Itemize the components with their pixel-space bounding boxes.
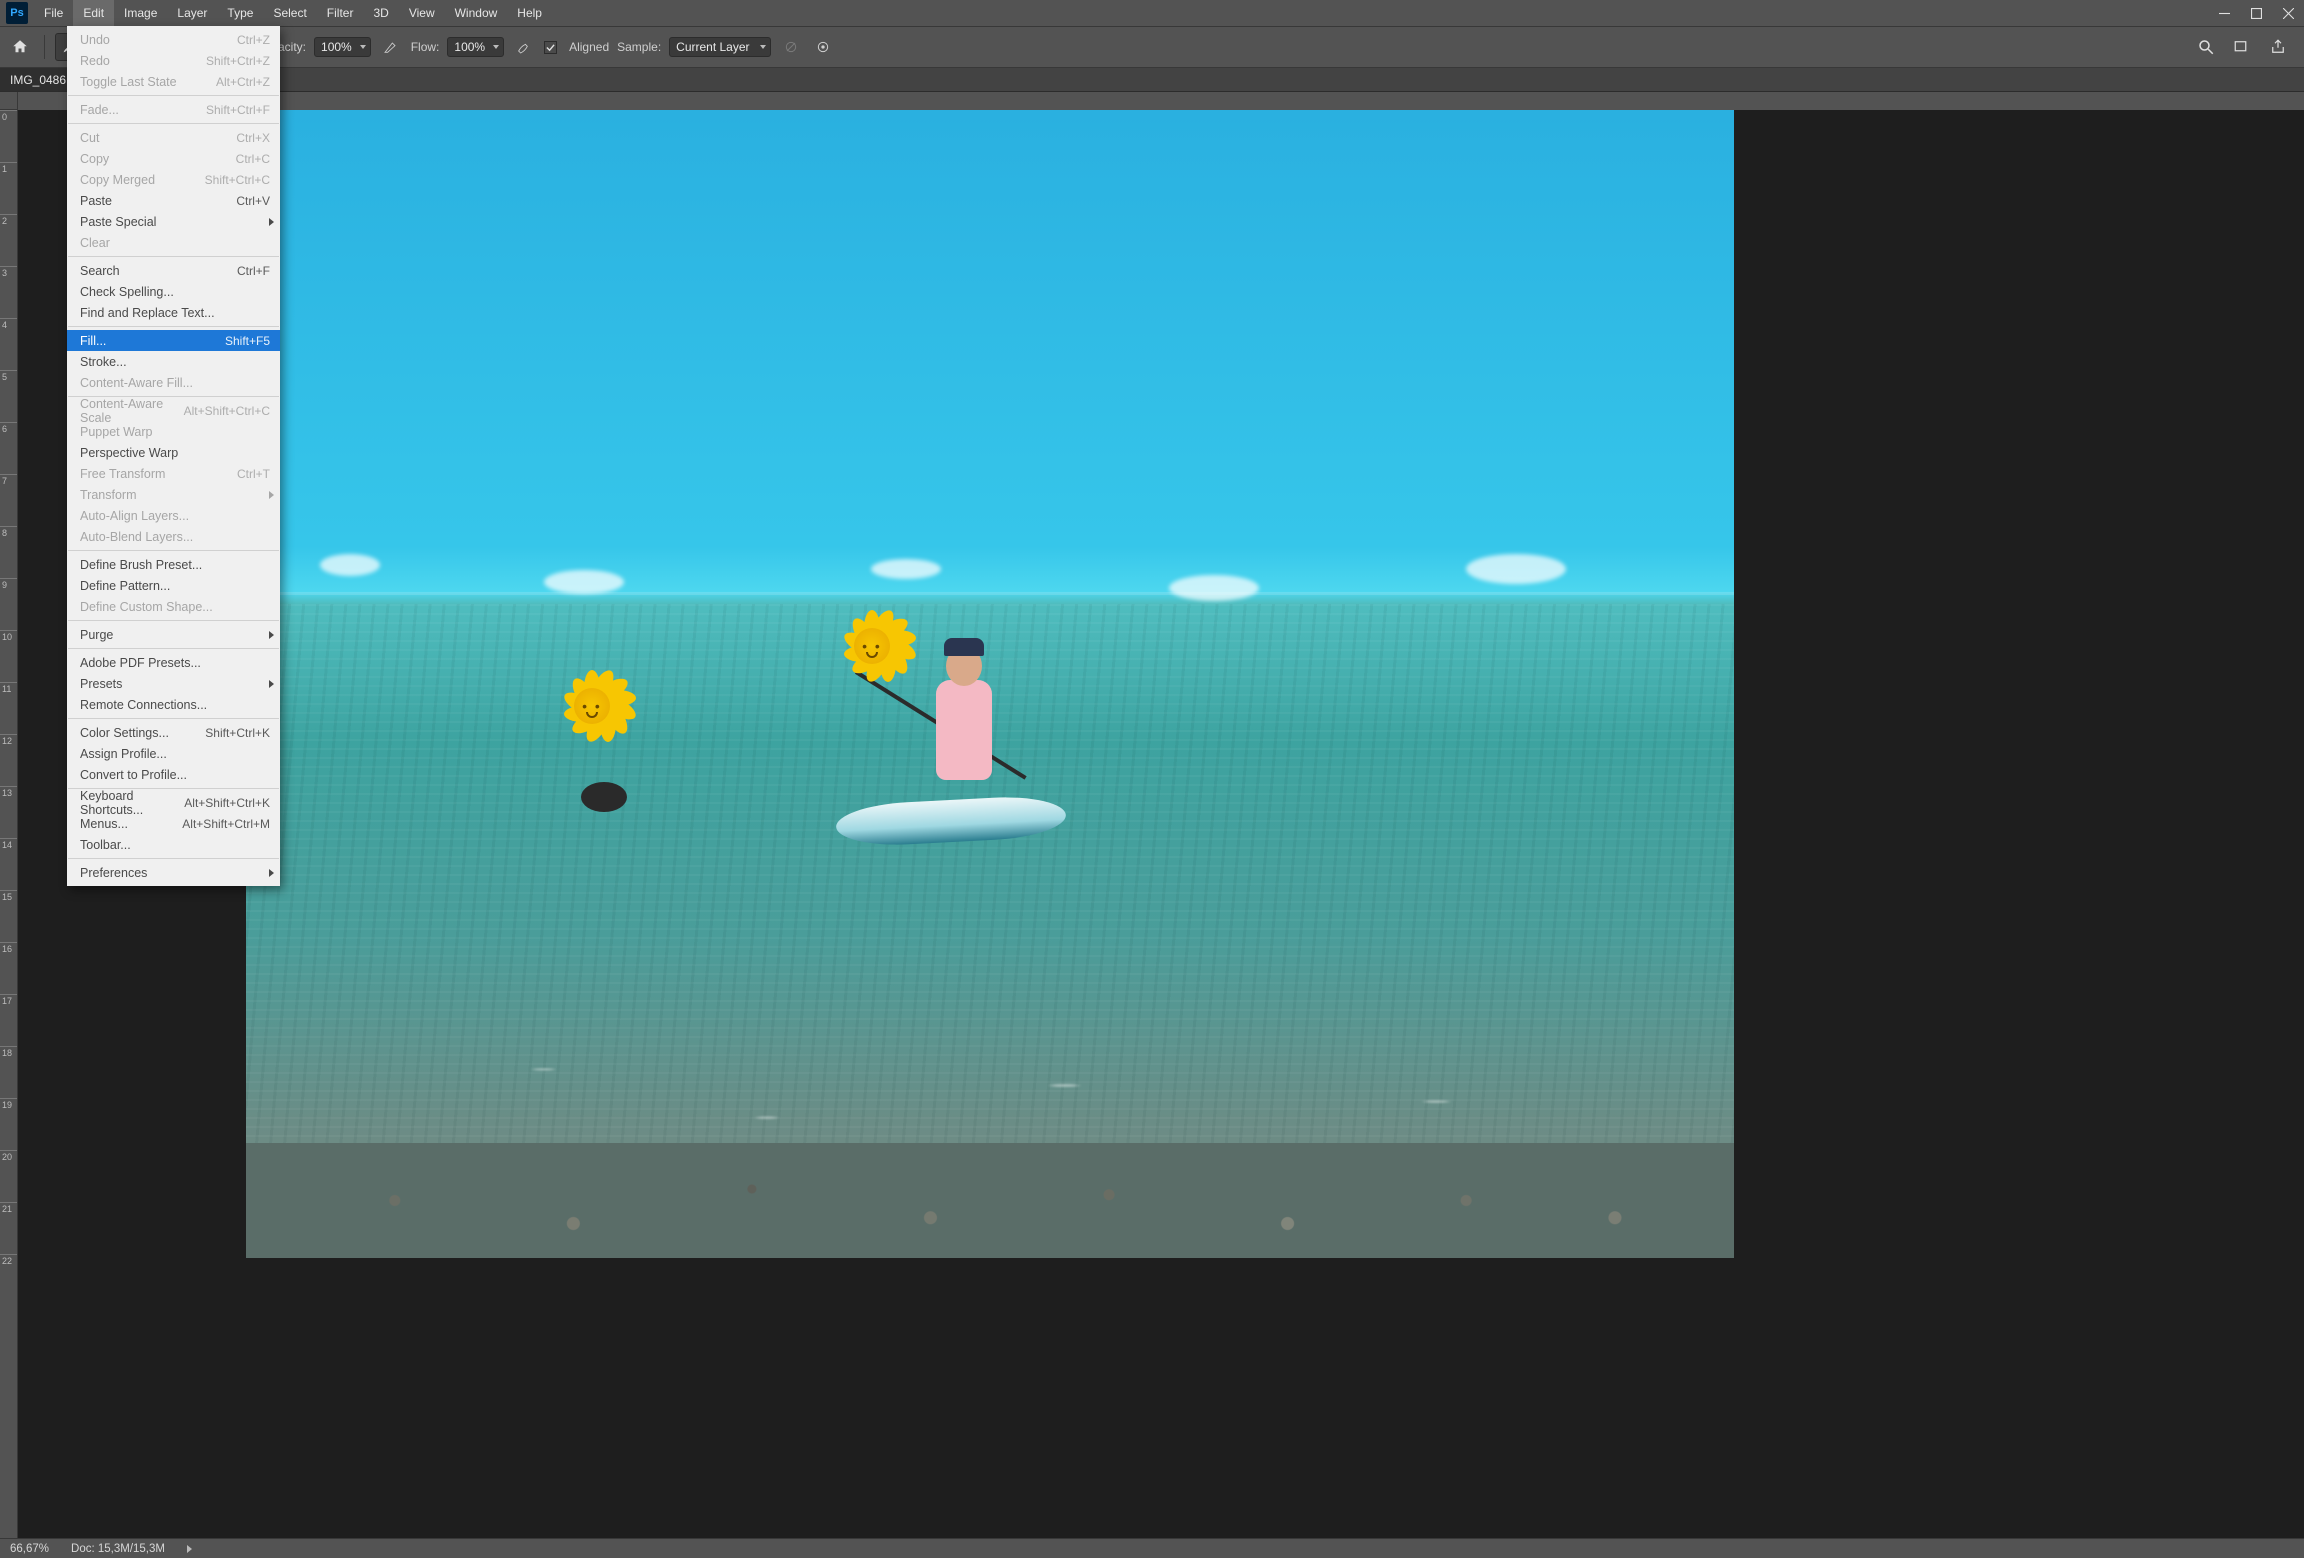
home-button[interactable] <box>6 33 34 61</box>
aligned-label: Aligned <box>569 40 609 54</box>
pressure-size-icon[interactable] <box>811 35 835 59</box>
ruler-corner <box>0 92 18 110</box>
menu-view[interactable]: View <box>399 0 445 26</box>
menuitem-auto-blend-layers: Auto-Blend Layers... <box>67 526 280 547</box>
menuitem-puppet-warp: Puppet Warp <box>67 421 280 442</box>
menuitem-free-transform: Free TransformCtrl+T <box>67 463 280 484</box>
menuitem-content-aware-fill: Content-Aware Fill... <box>67 372 280 393</box>
menuitem-fill[interactable]: Fill...Shift+F5 <box>67 330 280 351</box>
menuitem-auto-align-layers: Auto-Align Layers... <box>67 505 280 526</box>
sample-label: Sample: <box>617 40 661 54</box>
menuitem-paste-special[interactable]: Paste Special <box>67 211 280 232</box>
flow-input[interactable]: 100% <box>447 37 504 57</box>
pressure-opacity-icon[interactable] <box>379 35 403 59</box>
share-icon[interactable] <box>2266 35 2290 59</box>
menuitem-content-aware-scale: Content-Aware ScaleAlt+Shift+Ctrl+C <box>67 400 280 421</box>
search-icon[interactable] <box>2194 35 2218 59</box>
menuitem-cut: CutCtrl+X <box>67 127 280 148</box>
person-body <box>936 680 992 780</box>
menuitem-presets[interactable]: Presets <box>67 673 280 694</box>
menuitem-transform: Transform <box>67 484 280 505</box>
menuitem-toolbar[interactable]: Toolbar... <box>67 834 280 855</box>
menuitem-convert-to-profile[interactable]: Convert to Profile... <box>67 764 280 785</box>
menuitem-remote-connections[interactable]: Remote Connections... <box>67 694 280 715</box>
menuitem-search[interactable]: SearchCtrl+F <box>67 260 280 281</box>
menuitem-define-custom-shape: Define Custom Shape... <box>67 596 280 617</box>
menuitem-fade: Fade...Shift+Ctrl+F <box>67 99 280 120</box>
menuitem-copy: CopyCtrl+C <box>67 148 280 169</box>
menuitem-color-settings[interactable]: Color Settings...Shift+Ctrl+K <box>67 722 280 743</box>
flow-label: Flow: <box>411 40 440 54</box>
menu-edit[interactable]: Edit <box>73 0 114 26</box>
menu-window[interactable]: Window <box>445 0 508 26</box>
aligned-checkbox[interactable] <box>544 41 557 54</box>
frame-icon[interactable] <box>2230 35 2254 59</box>
menuitem-define-pattern[interactable]: Define Pattern... <box>67 575 280 596</box>
app-logo: Ps <box>6 2 28 24</box>
zoom-level[interactable]: 66,67% <box>10 1543 49 1555</box>
window-minimize-button[interactable] <box>2210 3 2238 23</box>
menu-image[interactable]: Image <box>114 0 167 26</box>
menuitem-preferences[interactable]: Preferences <box>67 862 280 883</box>
swimmer-head <box>581 782 627 812</box>
menuitem-stroke[interactable]: Stroke... <box>67 351 280 372</box>
menuitem-keyboard-shortcuts[interactable]: Keyboard Shortcuts...Alt+Shift+Ctrl+K <box>67 792 280 813</box>
airbrush-icon[interactable] <box>512 35 536 59</box>
menuitem-define-brush-preset[interactable]: Define Brush Preset... <box>67 554 280 575</box>
sunflower-sticker-0: • • <box>556 670 628 742</box>
menu-file[interactable]: File <box>34 0 73 26</box>
workspace: 3456789101112131415161718192021222324252… <box>0 92 2304 1538</box>
opacity-input[interactable]: 100% <box>314 37 371 57</box>
canvas-area[interactable]: • • • • <box>18 110 2304 1538</box>
document-canvas: • • • • <box>246 110 1734 1258</box>
menuitem-menus[interactable]: Menus...Alt+Shift+Ctrl+M <box>67 813 280 834</box>
menuitem-redo: RedoShift+Ctrl+Z <box>67 50 280 71</box>
menuitem-copy-merged: Copy MergedShift+Ctrl+C <box>67 169 280 190</box>
menuitem-undo: UndoCtrl+Z <box>67 29 280 50</box>
edit-menu-dropdown: UndoCtrl+ZRedoShift+Ctrl+ZToggle Last St… <box>67 26 280 886</box>
options-bar: Opacity: 100% Flow: 100% Aligned Sample:… <box>0 26 2304 68</box>
sunflower-sticker-1: • • <box>836 610 908 682</box>
menu-type[interactable]: Type <box>217 0 263 26</box>
menu-select[interactable]: Select <box>263 0 316 26</box>
menu-layer[interactable]: Layer <box>167 0 217 26</box>
menubar: Ps FileEditImageLayerTypeSelectFilter3DV… <box>0 0 2304 26</box>
document-tab-bar: IMG_0486.jp... ✕ <box>0 68 2304 92</box>
sample-select[interactable]: Current Layer <box>669 37 771 57</box>
menu-3d[interactable]: 3D <box>363 0 398 26</box>
menuitem-assign-profile[interactable]: Assign Profile... <box>67 743 280 764</box>
ignore-adjustment-icon[interactable] <box>779 35 803 59</box>
status-bar: 66,67% Doc: 15,3M/15,3M <box>0 1538 2304 1558</box>
menu-help[interactable]: Help <box>507 0 552 26</box>
menuitem-adobe-pdf-presets[interactable]: Adobe PDF Presets... <box>67 652 280 673</box>
doc-size: Doc: 15,3M/15,3M <box>71 1543 165 1555</box>
person-hat <box>944 638 984 656</box>
menuitem-paste[interactable]: PasteCtrl+V <box>67 190 280 211</box>
menuitem-find-and-replace-text[interactable]: Find and Replace Text... <box>67 302 280 323</box>
window-close-button[interactable] <box>2274 3 2302 23</box>
menuitem-check-spelling[interactable]: Check Spelling... <box>67 281 280 302</box>
statusbar-chevron-icon[interactable] <box>187 1545 192 1553</box>
menuitem-clear: Clear <box>67 232 280 253</box>
menuitem-toggle-last-state: Toggle Last StateAlt+Ctrl+Z <box>67 71 280 92</box>
window-maximize-button[interactable] <box>2242 3 2270 23</box>
menu-filter[interactable]: Filter <box>317 0 364 26</box>
menuitem-perspective-warp[interactable]: Perspective Warp <box>67 442 280 463</box>
menuitem-purge[interactable]: Purge <box>67 624 280 645</box>
ruler-vertical: 012345678910111213141516171819202122 <box>0 110 18 1538</box>
